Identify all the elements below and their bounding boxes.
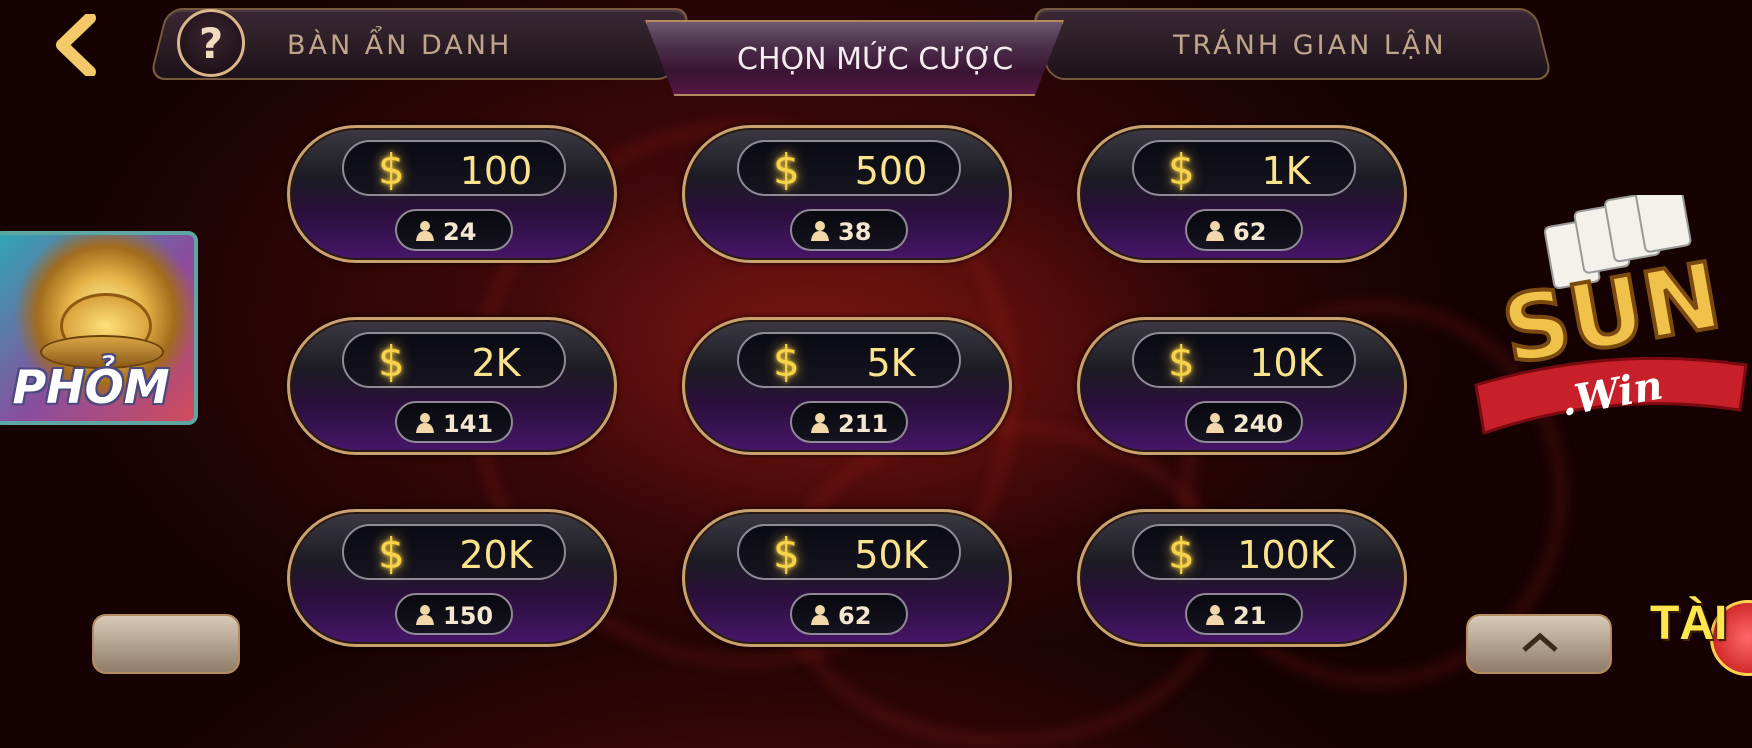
player-count-pill: 240 xyxy=(1185,401,1303,443)
bet-option-card[interactable]: $2K 141 xyxy=(287,317,617,455)
phom-game-card[interactable]: PHỎM xyxy=(0,231,198,425)
bet-amount: 1K xyxy=(1261,149,1311,193)
sunwin-logo: SUN .Win xyxy=(1474,195,1748,435)
chevron-up-icon xyxy=(1522,632,1558,652)
dollar-icon: $ xyxy=(1168,337,1195,386)
person-icon xyxy=(416,221,434,241)
player-count-pill: 141 xyxy=(395,401,513,443)
bet-amount: 500 xyxy=(854,149,928,193)
bet-amount-pill: $500 xyxy=(737,140,961,196)
player-count: 24 xyxy=(443,218,477,246)
help-button[interactable]: ? xyxy=(177,9,245,77)
person-icon xyxy=(811,221,829,241)
player-count-pill: 24 xyxy=(395,209,513,251)
tab-ban-an-danh[interactable]: BÀN ẨN DANH xyxy=(287,30,512,61)
player-count: 62 xyxy=(1233,218,1267,246)
dollar-icon: $ xyxy=(378,529,405,578)
dollar-icon: $ xyxy=(773,337,800,386)
bet-amount-pill: $20K xyxy=(342,524,566,580)
bet-amount-pill: $100K xyxy=(1132,524,1356,580)
player-count-pill: 62 xyxy=(1185,209,1303,251)
person-icon xyxy=(416,605,434,625)
bet-amount: 100K xyxy=(1237,533,1335,577)
player-count: 38 xyxy=(838,218,872,246)
bet-option-card[interactable]: $100K 21 xyxy=(1077,509,1407,647)
bet-amount-pill: $2K xyxy=(342,332,566,388)
bet-amount-pill: $1K xyxy=(1132,140,1356,196)
player-count: 240 xyxy=(1233,410,1284,438)
top-bar: BÀN ẨN DANH CHỌN MỨC CƯỢC TRÁNH GIAN LẬN… xyxy=(0,0,1752,100)
player-count-pill: 62 xyxy=(790,593,908,635)
phom-label: PHỎM xyxy=(12,360,170,414)
person-icon xyxy=(811,605,829,625)
bet-amount-pill: $5K xyxy=(737,332,961,388)
dollar-icon: $ xyxy=(1168,529,1195,578)
bet-option-card[interactable]: $50K 62 xyxy=(682,509,1012,647)
person-icon xyxy=(1206,605,1224,625)
bottom-right-button[interactable] xyxy=(1466,614,1612,674)
bet-amount-pill: $50K xyxy=(737,524,961,580)
tai-label[interactable]: TÀI xyxy=(1650,596,1727,651)
bet-amount: 10K xyxy=(1249,341,1323,385)
back-button[interactable] xyxy=(50,14,102,76)
bet-amount-pill: $10K xyxy=(1132,332,1356,388)
bet-amount: 50K xyxy=(854,533,928,577)
bet-option-card[interactable]: $500 38 xyxy=(682,125,1012,263)
person-icon xyxy=(416,413,434,433)
player-count: 150 xyxy=(443,602,494,630)
tab-tranh-gian-lan[interactable]: TRÁNH GIAN LẬN xyxy=(1173,30,1447,61)
bet-option-card[interactable]: $100 24 xyxy=(287,125,617,263)
player-count-pill: 38 xyxy=(790,209,908,251)
bet-amount: 100 xyxy=(459,149,533,193)
player-count: 141 xyxy=(443,410,494,438)
bottom-left-button[interactable] xyxy=(92,614,240,674)
bet-option-card[interactable]: $20K 150 xyxy=(287,509,617,647)
player-count-pill: 21 xyxy=(1185,593,1303,635)
bet-amount: 20K xyxy=(459,533,533,577)
dollar-icon: $ xyxy=(773,529,800,578)
bet-option-card[interactable]: $5K 211 xyxy=(682,317,1012,455)
dollar-icon: $ xyxy=(1168,145,1195,194)
dollar-icon: $ xyxy=(773,145,800,194)
player-count: 21 xyxy=(1233,602,1267,630)
person-icon xyxy=(811,413,829,433)
bet-amount: 2K xyxy=(471,341,521,385)
bet-amount: 5K xyxy=(866,341,916,385)
chevron-left-icon xyxy=(56,14,96,76)
player-count: 62 xyxy=(838,602,872,630)
dollar-icon: $ xyxy=(378,337,405,386)
question-mark-icon: ? xyxy=(198,18,224,68)
bet-option-card[interactable]: $1K 62 xyxy=(1077,125,1407,263)
dollar-icon: $ xyxy=(378,145,405,194)
person-icon xyxy=(1206,413,1224,433)
person-icon xyxy=(1206,221,1224,241)
tab-chon-muc-cuoc[interactable]: CHỌN MỨC CƯỢC xyxy=(737,42,1013,77)
bet-option-card[interactable]: $10K 240 xyxy=(1077,317,1407,455)
bet-amount-pill: $100 xyxy=(342,140,566,196)
player-count-pill: 150 xyxy=(395,593,513,635)
player-count-pill: 211 xyxy=(790,401,908,443)
player-count: 211 xyxy=(838,410,889,438)
